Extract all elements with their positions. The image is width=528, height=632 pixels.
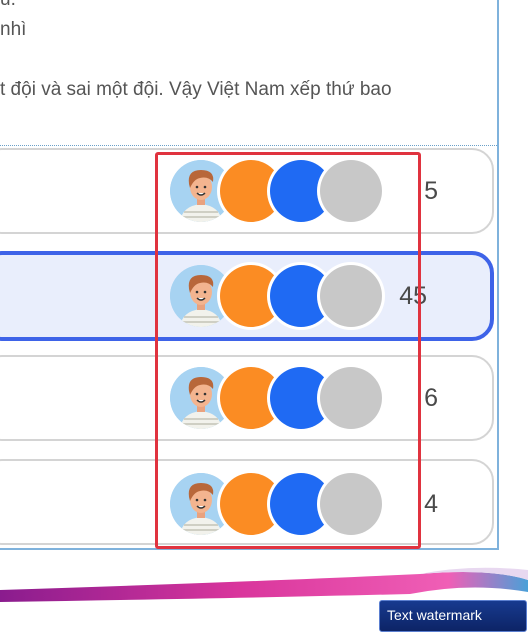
divider xyxy=(0,145,497,146)
vote-count: 5 xyxy=(424,177,438,205)
gray-circle-icon xyxy=(320,160,382,222)
gray-circle-icon xyxy=(320,473,382,535)
vote-count: 45 xyxy=(399,282,427,310)
answer-option-3[interactable]: 6 xyxy=(0,355,494,441)
watermark-badge: Text watermark xyxy=(379,600,527,632)
gray-circle-icon xyxy=(320,367,382,429)
answer-option-2[interactable]: 45 xyxy=(0,251,494,341)
answer-option-4[interactable]: 4 xyxy=(0,459,494,545)
question-text-line-1: u. xyxy=(0,0,16,11)
question-text-line-2: nhì xyxy=(0,19,27,40)
question-panel: u. nhì t đội và sai một đội. Vậy Việt Na… xyxy=(0,0,499,550)
vote-count: 4 xyxy=(424,490,438,518)
answer-option-1[interactable]: 5 xyxy=(0,148,494,234)
vote-count: 6 xyxy=(424,384,438,412)
question-text-line-3: t đội và sai một đội. Vậy Việt Nam xếp t… xyxy=(0,79,392,100)
